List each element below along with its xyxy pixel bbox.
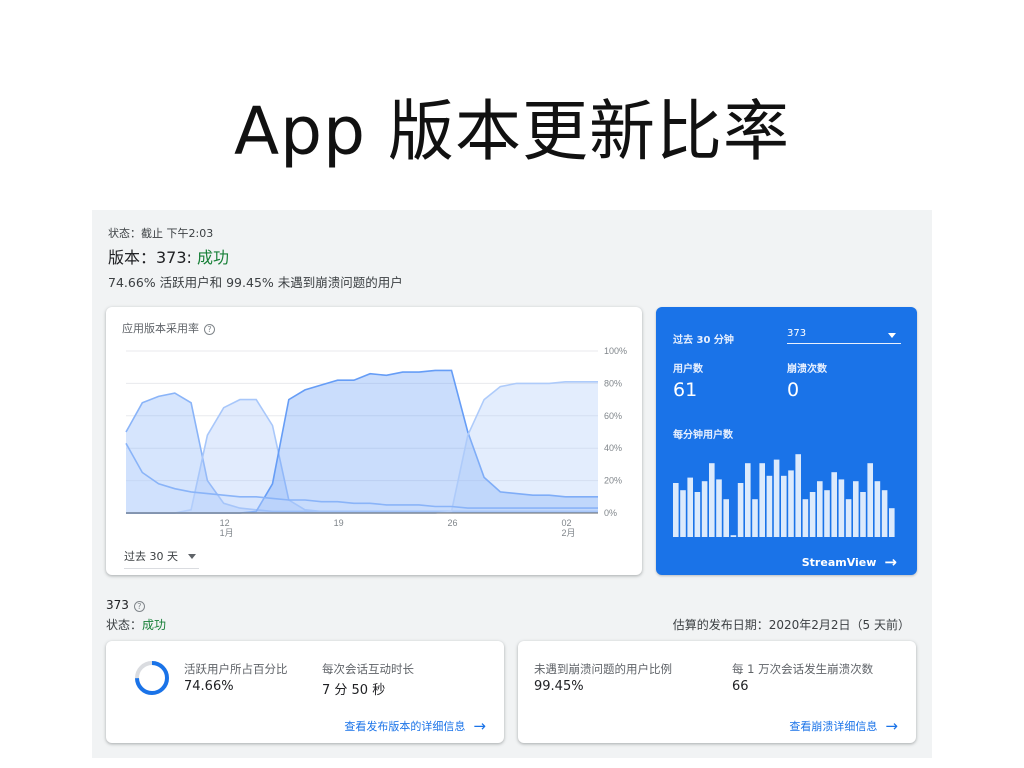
version-heading: 版本：373: 成功 [108,244,229,268]
per-minute-bar [860,492,866,537]
x-tick-label: 2月 [561,528,575,538]
per-minute-bar [773,459,780,537]
crashes-label: 崩溃次数 [787,364,827,375]
version-prefix: 版本：373: [108,248,198,267]
per-minute-bar [867,463,873,537]
active-users-label: 活跃用户所占百分比 [184,662,288,676]
per-minute-bar [853,481,859,537]
y-tick-label: 60% [604,411,622,421]
version-number: 373? [106,598,145,612]
slide-title: App 版本更新比率 [234,93,790,170]
per-minute-bar [687,477,693,537]
x-tick-label: 02 [561,518,571,528]
per-minute-bar [889,508,895,537]
per-minute-bar [802,499,809,537]
crashes-per-10k-value: 66 [732,679,749,694]
per-minute-bar [737,483,744,537]
per-minute-bar [759,463,765,537]
realtime-period-label: 过去 30 分钟 [673,335,734,346]
status-line: 状态：截止 下午2:03 [108,227,214,240]
active-users-value: 74.66% [184,679,234,694]
x-tick-label: 1月 [220,528,234,538]
per-minute-bar-chart [673,454,895,537]
version-status-prefix: 状态： [106,618,143,632]
range-select[interactable]: 过去 30 天 [124,548,199,569]
per-minute-bar [838,479,845,537]
release-details-link-label: 查看发布版本的详细信息 [344,720,466,733]
crash-stats-card: 未遇到崩溃问题的用户比例 99.45% 每 1 万次会话发生崩溃次数 66 查看… [518,641,916,743]
x-tick-label: 12 [220,518,230,528]
release-date: 估算的发布日期：2020年2月2日（5 天前） [672,618,910,632]
adoption-chart: 100% 80% 60% 40% 20% 0% 121月 19 26 022月 [125,346,627,538]
adoption-chart-title: 应用版本采用率? [122,320,215,336]
per-minute-bar [817,481,823,537]
summary-line: 74.66% 活跃用户和 99.45% 未遇到崩溃问题的用户 [108,275,403,290]
users-value: 61 [673,379,698,401]
chevron-down-icon [888,333,896,338]
active-users-donut [135,661,169,695]
per-minute-bar [795,454,801,537]
help-icon[interactable]: ? [204,324,215,335]
engagement-value: 7 分 50 秒 [322,683,386,698]
range-select-label: 过去 30 天 [124,550,178,563]
x-tick-label: 26 [448,518,458,528]
version-status-line: 状态：成功 [106,616,166,633]
x-tick-label: 19 [334,518,344,528]
per-minute-bar [809,492,816,537]
per-minute-label: 每分钟用户数 [673,430,733,441]
per-minute-bar [824,490,830,537]
crash-details-link-label: 查看崩溃详细信息 [789,720,878,733]
per-minute-bar [874,481,881,537]
realtime-card: 过去 30 分钟 373 用户数 61 崩溃次数 0 每分钟用户数 Stream… [656,307,917,575]
streamview-label: StreamView [801,556,877,569]
version-number-text: 373 [106,598,129,612]
per-minute-bar [709,463,715,537]
chevron-down-icon [188,554,196,559]
crash-details-link[interactable]: 查看崩溃详细信息 → [789,717,898,735]
adoption-chart-title-text: 应用版本采用率 [122,322,199,335]
version-select-value: 373 [787,328,807,339]
y-tick-label: 100% [604,346,627,356]
per-minute-bar [673,483,679,537]
per-minute-bar [788,470,794,537]
version-status: 成功 [197,248,230,267]
per-minute-bar [694,492,701,537]
version-status-value: 成功 [142,618,167,632]
arrow-right-icon: → [885,717,898,735]
crash-free-label: 未遇到崩溃问题的用户比例 [534,662,672,676]
per-minute-bar [766,475,773,537]
per-minute-bar [745,463,751,537]
users-label: 用户数 [673,364,703,375]
per-minute-bar [701,481,708,537]
per-minute-bar [716,479,722,537]
help-icon[interactable]: ? [133,601,145,612]
arrow-right-icon: → [884,553,897,571]
y-tick-label: 80% [604,378,622,388]
per-minute-bar [752,499,758,537]
crashes-value: 0 [787,379,800,401]
streamview-link[interactable]: StreamView → [802,553,897,571]
per-minute-bar [680,490,686,537]
y-tick-label: 0% [604,508,617,518]
y-tick-label: 40% [604,443,622,453]
per-minute-bar [781,475,787,537]
crash-free-value: 99.45% [534,679,584,694]
per-minute-bar [845,499,852,537]
release-details-link[interactable]: 查看发布版本的详细信息 → [344,717,486,735]
active-users-card: 活跃用户所占百分比 74.66% 每次会话互动时长 7 分 50 秒 查看发布版… [106,641,504,743]
release-console: 状态：截止 下午2:03 版本：373: 成功 74.66% 活跃用户和 99.… [92,210,932,758]
engagement-label: 每次会话互动时长 [322,662,414,676]
per-minute-bar [881,490,888,537]
crashes-per-10k-label: 每 1 万次会话发生崩溃次数 [732,662,874,676]
version-select[interactable]: 373 [787,328,901,344]
per-minute-bar [831,472,837,537]
per-minute-bar [723,499,729,537]
adoption-chart-card: 应用版本采用率? 100% 80% 60% 40% 20% 0% 12 1月 19 26 02 2月 … [106,307,642,575]
y-tick-label: 20% [604,476,622,486]
arrow-right-icon: → [473,717,486,735]
per-minute-bar [730,535,737,537]
